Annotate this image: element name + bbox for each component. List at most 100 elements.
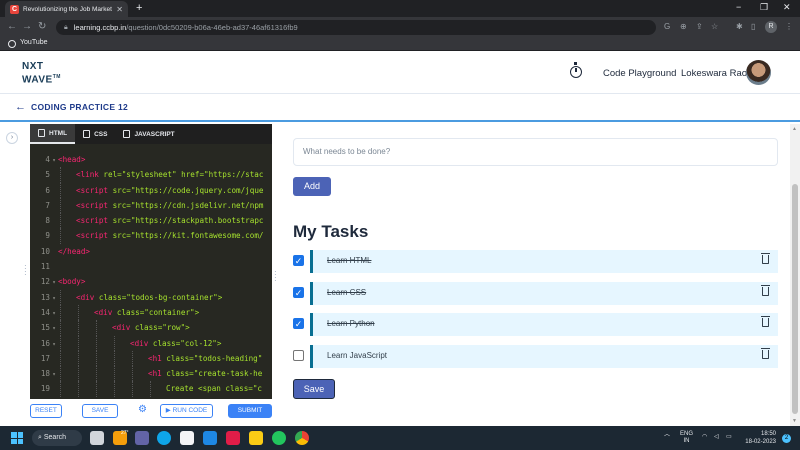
expand-panel-icon[interactable]: › bbox=[6, 132, 18, 144]
new-tab-icon[interactable]: + bbox=[136, 2, 142, 14]
code-attrs: src="https://code.jquery.com/jque bbox=[108, 185, 264, 195]
notification-badge[interactable]: 2 bbox=[782, 434, 791, 443]
forward-icon[interactable]: → bbox=[22, 21, 32, 33]
fold-arrow-icon[interactable]: ▾ bbox=[50, 275, 58, 290]
profile-avatar[interactable]: R bbox=[765, 21, 777, 33]
editor-tab-css[interactable]: CSS bbox=[75, 124, 115, 144]
reset-button[interactable]: RESET bbox=[30, 404, 62, 418]
editor-tab-html[interactable]: HTML bbox=[30, 124, 76, 144]
taskbar-clock[interactable]: 18:50 18-02-2023 bbox=[738, 430, 776, 446]
trash-icon[interactable] bbox=[761, 284, 770, 296]
chrome-icon[interactable] bbox=[295, 431, 309, 445]
code-area[interactable]: 4 ▾ <head> 5 <link rel="stylesheet" href="ht… bbox=[30, 152, 272, 397]
line-number: 5 bbox=[45, 170, 50, 180]
windows-start-icon[interactable] bbox=[11, 432, 23, 444]
fold-arrow-icon[interactable]: ▾ bbox=[50, 291, 58, 306]
file-explorer-icon[interactable] bbox=[249, 431, 263, 445]
menu-kebab-icon[interactable]: ⋮ bbox=[785, 22, 793, 32]
drag-handle-icon[interactable]: · · · · bbox=[24, 262, 28, 279]
browser-tab[interactable]: C Revolutionizing the Job Market | ✕ bbox=[5, 1, 128, 17]
fold-arrow-icon[interactable]: ▾ bbox=[50, 367, 58, 382]
window-close-icon[interactable]: ✕ bbox=[783, 2, 791, 13]
mcafee-icon[interactable] bbox=[226, 431, 240, 445]
fold-arrow-icon[interactable]: ▾ bbox=[50, 153, 58, 168]
fold-arrow-icon[interactable]: ▾ bbox=[50, 337, 58, 352]
volume-icon[interactable]: ◁ bbox=[714, 434, 719, 441]
bookmark-youtube[interactable]: YouTube bbox=[20, 39, 48, 46]
task-view-icon[interactable] bbox=[90, 431, 104, 445]
code-line: 13 ▾ <div class="todos-bg-container"> bbox=[30, 289, 272, 306]
task-checkbox[interactable]: ✓ bbox=[293, 286, 304, 298]
code-playground-link[interactable]: Code Playground bbox=[603, 68, 676, 79]
vscode-icon[interactable] bbox=[203, 431, 217, 445]
code-attrs: src="https://kit.fontawesome.com/ bbox=[108, 231, 264, 241]
save-tasks-button[interactable]: Save bbox=[293, 379, 335, 399]
add-button[interactable]: Add bbox=[293, 177, 331, 196]
window-restore-icon[interactable]: ❐ bbox=[760, 2, 768, 13]
task-checkbox[interactable]: ✓ bbox=[293, 255, 304, 266]
back-icon[interactable]: ← bbox=[7, 21, 17, 33]
zoom-icon[interactable]: ⊕ bbox=[680, 22, 687, 32]
indent-guide bbox=[96, 381, 97, 397]
taskbar-search-label: Search bbox=[43, 434, 67, 441]
code-attrs: class="create-task-he bbox=[161, 369, 263, 379]
whatsapp-icon[interactable] bbox=[272, 431, 286, 445]
tab-close-icon[interactable]: ✕ bbox=[116, 5, 123, 14]
indent-guide bbox=[96, 320, 97, 336]
code-line: 10 </head> bbox=[30, 244, 272, 259]
gear-icon[interactable]: ⚙ bbox=[138, 405, 147, 415]
indent-guide bbox=[60, 366, 61, 382]
wifi-icon[interactable]: ◠ bbox=[702, 434, 707, 441]
task-label[interactable]: Learn Python bbox=[327, 319, 375, 328]
store-icon[interactable] bbox=[180, 431, 194, 445]
tray-chevron-icon[interactable]: ︿ bbox=[664, 432, 670, 439]
task-checkbox[interactable]: ✓ bbox=[293, 318, 304, 329]
battery-icon[interactable]: ▭ bbox=[726, 434, 732, 441]
run-code-button[interactable]: ▶ RUN CODE bbox=[160, 404, 213, 418]
submit-button[interactable]: SUBMIT bbox=[228, 404, 272, 418]
teams-icon[interactable] bbox=[135, 431, 149, 445]
google-lens-icon[interactable]: G bbox=[664, 22, 670, 32]
share-icon[interactable]: ⇪ bbox=[696, 22, 703, 32]
code-text: <h1 class="create-task-he bbox=[148, 369, 262, 378]
user-name[interactable]: Lokeswara Rao bbox=[681, 68, 747, 79]
trash-icon[interactable] bbox=[761, 316, 770, 327]
code-tag: <head> bbox=[58, 155, 86, 164]
code-attrs: src="https://cdn.jsdelivr.net/npm bbox=[108, 200, 264, 210]
output-scrollbar[interactable]: ▲ ▼ bbox=[790, 124, 800, 426]
fold-arrow-icon[interactable]: ▾ bbox=[50, 321, 58, 336]
language-indicator[interactable]: ENG IN bbox=[680, 431, 693, 445]
code-text: <script src="https://kit.fontawesome.com… bbox=[76, 231, 263, 240]
scrollbar-thumb[interactable] bbox=[792, 184, 798, 414]
task-label[interactable]: Learn HTML bbox=[327, 256, 371, 265]
line-number: 12 bbox=[40, 277, 50, 287]
extensions-icon[interactable]: ✱ bbox=[736, 22, 743, 32]
user-avatar[interactable] bbox=[746, 60, 771, 85]
nxtwave-logo[interactable]: NXT WAVETM bbox=[22, 62, 66, 85]
todo-input[interactable]: What needs to be done? bbox=[293, 138, 778, 166]
code-text: </head> bbox=[58, 247, 90, 256]
back-arrow-icon[interactable]: ← bbox=[15, 102, 26, 113]
fold-arrow-icon[interactable]: ▾ bbox=[50, 306, 58, 321]
save-code-button[interactable]: SAVE bbox=[82, 404, 118, 418]
editor-tab-javascript[interactable]: JAVASCRIPT bbox=[115, 124, 182, 144]
task-label[interactable]: Learn JavaScript bbox=[327, 351, 387, 360]
panel-divider[interactable]: · · · · bbox=[272, 124, 280, 426]
window-minimize-icon[interactable]: − bbox=[736, 2, 741, 12]
scroll-down-icon[interactable]: ▼ bbox=[792, 418, 797, 424]
bookmark-star-icon[interactable]: ☆ bbox=[711, 22, 718, 32]
code-text: <div class="todos-bg-container"> bbox=[76, 293, 222, 302]
address-bar[interactable]: 🔒︎ learning.ccbp.in /question/0dc50209-b… bbox=[56, 20, 656, 35]
drag-handle-icon[interactable]: · · · · bbox=[274, 268, 277, 285]
reload-icon[interactable]: ↻ bbox=[38, 21, 46, 33]
stopwatch-icon[interactable] bbox=[570, 62, 582, 78]
trash-icon[interactable] bbox=[761, 253, 770, 264]
scroll-up-icon[interactable]: ▲ bbox=[792, 126, 797, 132]
code-line: 14 ▾ <div class="container"> bbox=[30, 304, 272, 321]
task-checkbox[interactable] bbox=[293, 349, 304, 361]
trash-icon[interactable] bbox=[761, 347, 770, 359]
edge-icon[interactable] bbox=[157, 431, 171, 445]
task-label[interactable]: Learn CSS bbox=[327, 288, 366, 297]
taskbar-search[interactable]: ⌕ Search bbox=[32, 430, 82, 446]
sidepanel-icon[interactable]: ▯ bbox=[751, 22, 755, 32]
